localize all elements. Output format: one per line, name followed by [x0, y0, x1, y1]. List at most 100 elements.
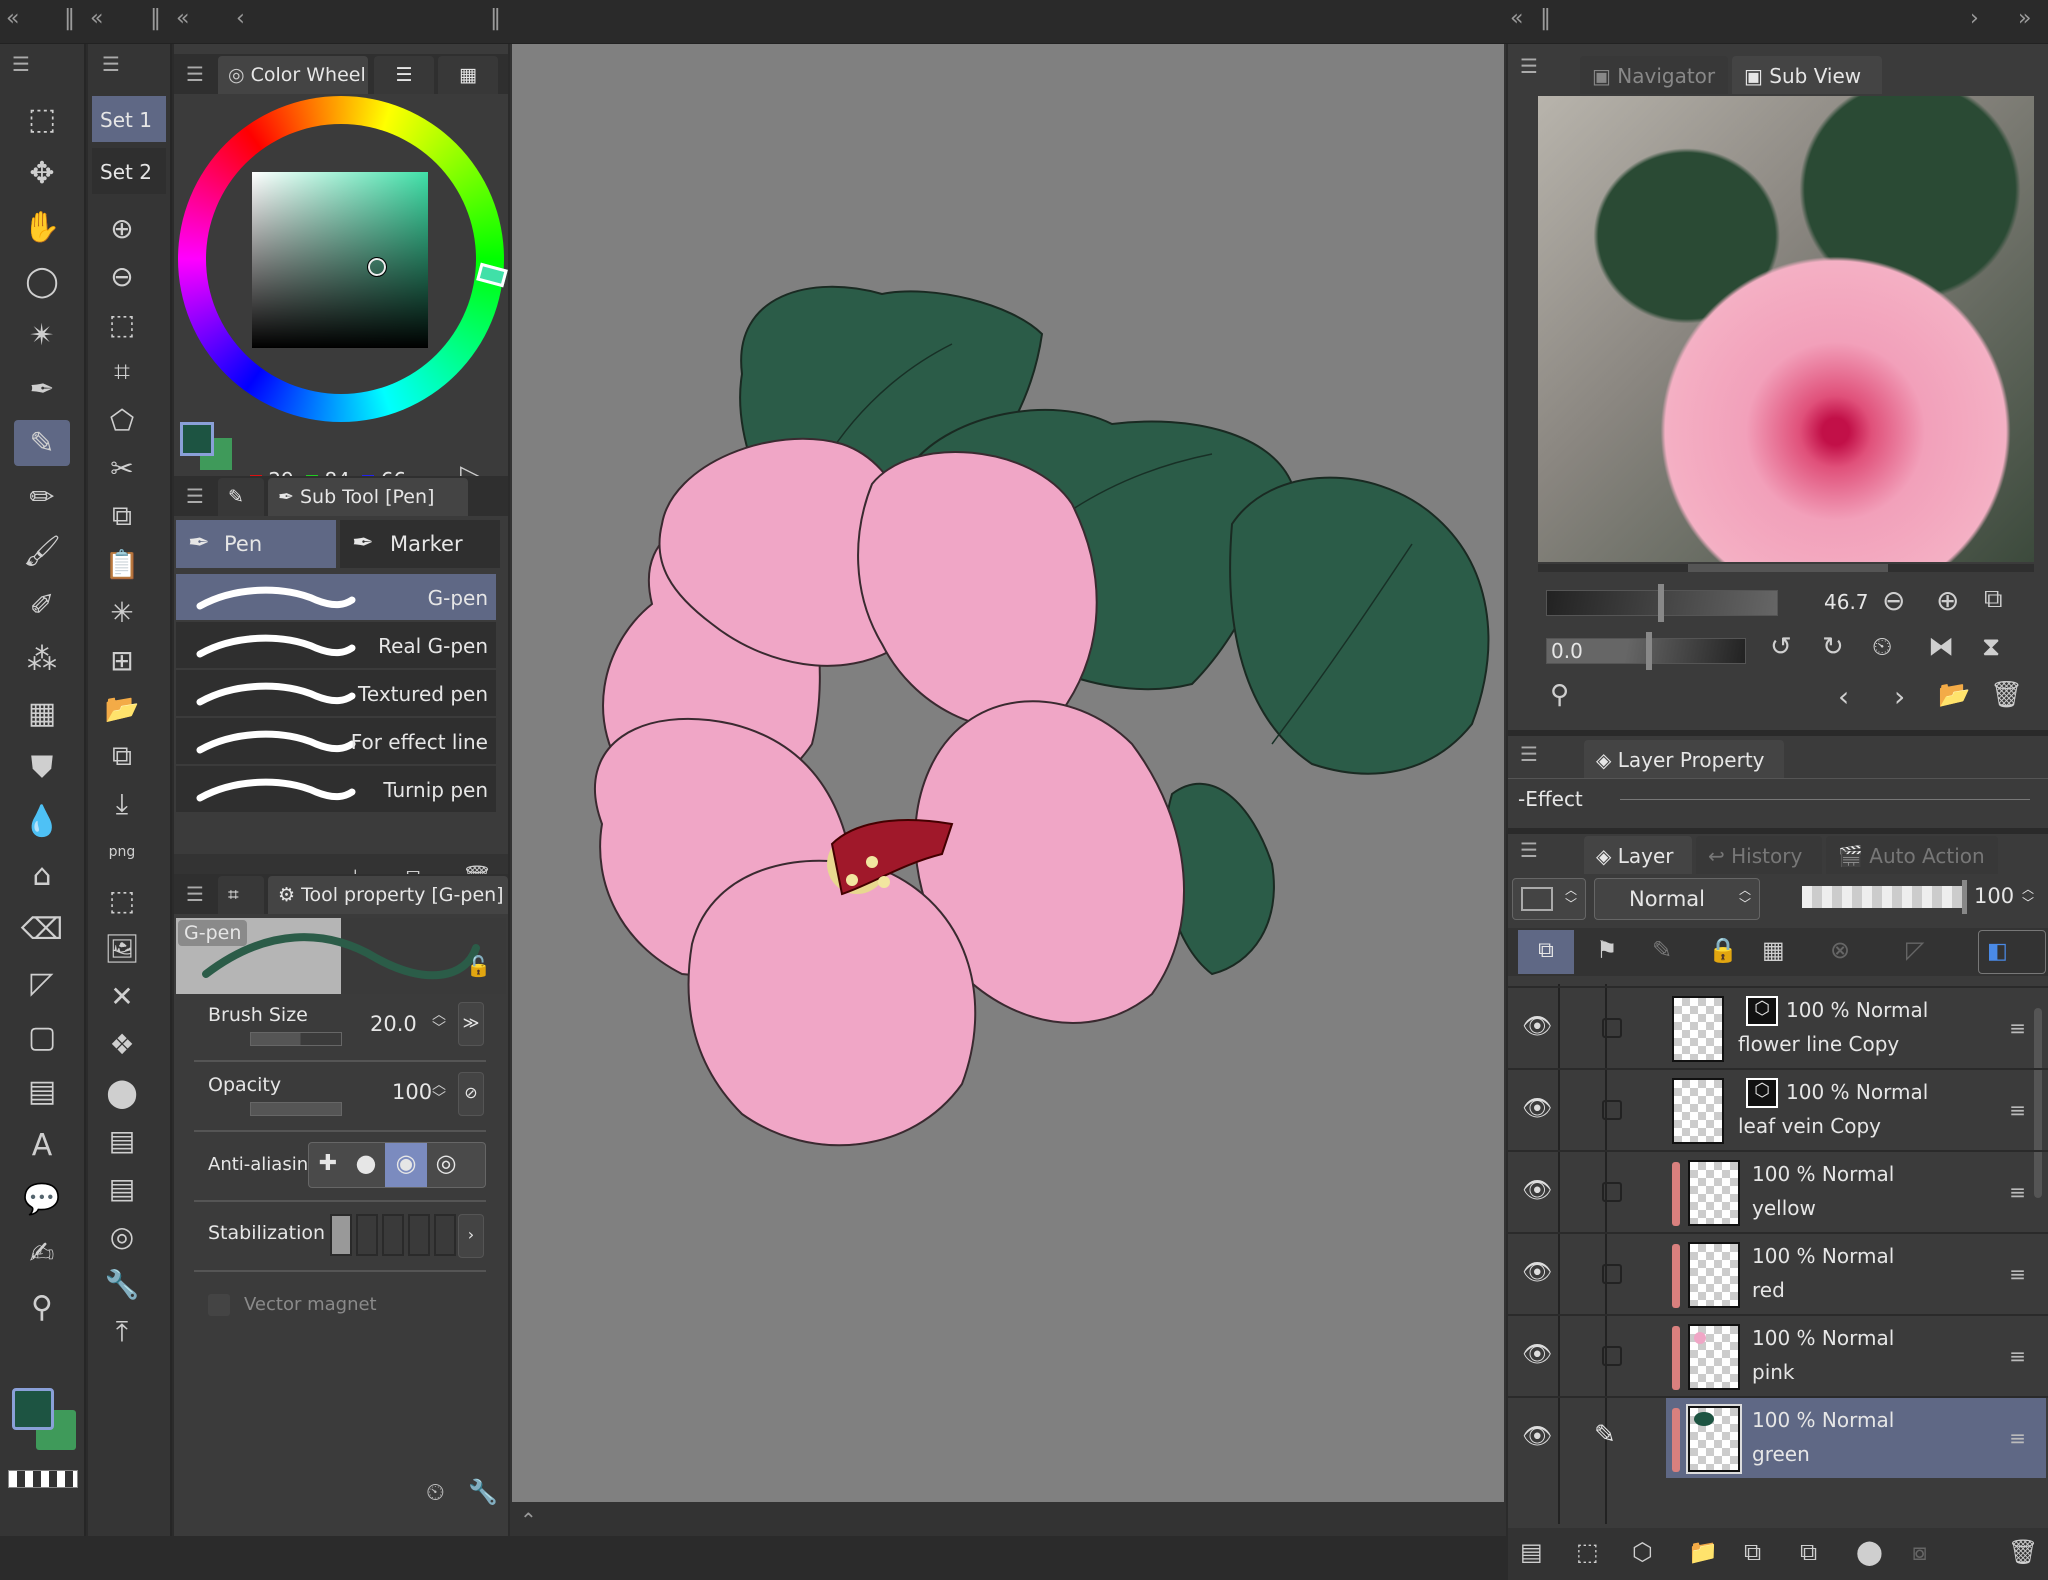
tab-layer[interactable]: ◈ Layer	[1584, 836, 1692, 874]
rotate-right-icon[interactable]: ↻	[1822, 632, 1844, 662]
tool-hand[interactable]: ✋	[14, 204, 70, 250]
tool-magic-wand[interactable]: ✴	[14, 312, 70, 358]
tab-color-wheel[interactable]: ◎ Color Wheel	[218, 56, 368, 94]
aa-medium-option[interactable]: ◉	[385, 1143, 427, 1187]
blend-mode-select[interactable]: Normal ︿ ﹀	[1594, 878, 1760, 920]
tool-object-select[interactable]: ⬚	[14, 96, 70, 142]
tab-sub-view[interactable]: ▣ Sub View	[1732, 56, 1882, 94]
ruler-off-icon[interactable]: ◸	[1906, 936, 1924, 964]
sub-command-button[interactable]: ⊕	[98, 206, 146, 250]
merge-down-icon[interactable]: ⧉	[1800, 1538, 1817, 1566]
menu-icon[interactable]: ☰	[186, 62, 204, 86]
tool-airbrush[interactable]: ✐	[14, 582, 70, 628]
clip-below-icon[interactable]: ⧉	[1518, 930, 1574, 974]
tool-brush[interactable]: 🖌	[14, 528, 70, 574]
expand-up-icon[interactable]: ⌃	[520, 1508, 537, 1532]
layer-select-checkbox[interactable]	[1602, 1018, 1622, 1038]
wrench-icon[interactable]: 🔧	[468, 1478, 498, 1506]
tool-blend[interactable]: 💧	[14, 798, 70, 844]
subtool-item[interactable]: Real G-pen	[176, 622, 496, 668]
draft-layer-icon[interactable]: ✎	[1652, 936, 1672, 964]
sub-command-button[interactable]: ⬚	[98, 878, 146, 922]
canvas[interactable]	[512, 44, 1504, 1502]
create-mask-icon[interactable]: ⧇	[1912, 1538, 1927, 1566]
collapse-left-icon[interactable]: «	[1510, 6, 1523, 31]
tool-correct-line[interactable]: ✍	[14, 1230, 70, 1276]
subtool-group-marker[interactable]: ✒ Marker	[340, 520, 500, 568]
sub-view-image[interactable]	[1538, 96, 2034, 562]
saturation-value-square[interactable]	[252, 172, 428, 348]
collapse-left-icon[interactable]: «	[90, 6, 103, 31]
tab-auto-action[interactable]: 🎬 Auto Action	[1826, 836, 1998, 874]
flip-horizontal-icon[interactable]: ⧓	[1928, 632, 1954, 662]
tool-text[interactable]: A	[14, 1122, 70, 1168]
sub-command-button[interactable]: ⬠	[98, 398, 146, 442]
zoom-slider-handle[interactable]	[1658, 584, 1664, 622]
layer-body[interactable]: 100 % Normal red	[1666, 1234, 2046, 1314]
layer-handle-icon[interactable]: ≡	[2009, 1426, 2026, 1450]
rotate-left-icon[interactable]: ↺	[1770, 632, 1792, 662]
sub-command-button[interactable]: ✂	[98, 446, 146, 490]
menu-icon[interactable]: ☰	[1520, 54, 1538, 78]
opacity-pressure-button[interactable]: ⊘	[458, 1072, 484, 1116]
tool-fill[interactable]: ⛊	[14, 744, 70, 790]
stabilization-bar[interactable]	[330, 1214, 456, 1256]
layer-row[interactable]: 👁 ✎ 100 % Normal green ≡	[1508, 1396, 2048, 1478]
tab-navigator[interactable]: ▣ Navigator	[1580, 56, 1728, 94]
fit-icon[interactable]: ⧉	[1984, 584, 2003, 615]
layer-handle-icon[interactable]: ≡	[2009, 1344, 2026, 1368]
tab-subtool[interactable]: ✒ Sub Tool [Pen]	[268, 478, 468, 516]
stabilization-segment[interactable]	[356, 1214, 378, 1256]
sub-command-button[interactable]: ⌗	[98, 350, 146, 394]
layer-select-checkbox[interactable]	[1602, 1346, 1622, 1366]
reference-layer-icon[interactable]: ⚑	[1596, 936, 1618, 964]
mask-off-icon[interactable]: ⊗	[1830, 936, 1850, 964]
stabilization-segment[interactable]	[408, 1214, 430, 1256]
stabilization-expand-button[interactable]: ›	[458, 1214, 484, 1258]
layer-body[interactable]: 100 % Normal green	[1666, 1398, 2046, 1478]
zoom-out-icon[interactable]: ⊖	[1882, 584, 1905, 617]
subtool-item[interactable]: For effect line	[176, 718, 496, 764]
menu-icon[interactable]: ☰	[12, 52, 30, 76]
grip-icon[interactable]: ‖	[490, 6, 501, 31]
tool-spray[interactable]: ⁂	[14, 636, 70, 682]
chevron-left-icon[interactable]: ‹	[236, 6, 245, 31]
new-folder-icon[interactable]: 📁	[1688, 1538, 1718, 1566]
set-1-tab[interactable]: Set 1	[92, 96, 166, 142]
brush-size-value[interactable]: 20.0	[370, 1012, 417, 1036]
trash-icon[interactable]: 🗑	[2008, 1538, 2038, 1566]
trash-icon[interactable]: 🗑	[1990, 680, 2023, 710]
layer-body[interactable]: ⬡ 100 % Normal flower line Copy	[1654, 988, 2034, 1068]
sub-command-button[interactable]: ⤓	[98, 782, 146, 826]
menu-icon[interactable]: ☰	[1520, 742, 1538, 766]
layer-color-button[interactable]: ︿ ﹀	[1512, 878, 1586, 920]
brush-size-slider[interactable]	[250, 1032, 342, 1046]
tool-lasso[interactable]: ◯	[14, 258, 70, 304]
sub-command-button[interactable]: ❖	[98, 1022, 146, 1066]
previous-image-icon[interactable]: ‹	[1838, 680, 1849, 713]
subtool-item[interactable]: Textured pen	[176, 670, 496, 716]
rotation-slider-handle[interactable]	[1646, 632, 1652, 670]
layer-opacity-stepper[interactable]: ︿ ﹀	[2022, 882, 2034, 910]
flip-vertical-icon[interactable]: ⧗	[1982, 632, 2000, 663]
main-color-swatch[interactable]	[12, 1388, 54, 1430]
tool-eyedropper[interactable]: ⚲	[14, 1284, 70, 1330]
transfer-down-icon[interactable]: ⧉	[1744, 1538, 1761, 1566]
layer-row[interactable]: 👁 100 % Normal yellow ≡	[1508, 1150, 2048, 1232]
subtool-item[interactable]: Turnip pen	[176, 766, 496, 812]
tool-pencil[interactable]: ✏	[14, 474, 70, 520]
eye-icon[interactable]: 👁	[1522, 1258, 1552, 1286]
sub-command-button[interactable]: ▤	[98, 1166, 146, 1210]
sub-command-button[interactable]: ⊖	[98, 254, 146, 298]
layer-row[interactable]: 👁 100 % Normal pink ≡	[1508, 1314, 2048, 1396]
set-2-tab[interactable]: Set 2	[92, 148, 166, 194]
tool-eraser[interactable]: ⌫	[14, 906, 70, 952]
tool-pen[interactable]: ✎	[14, 420, 70, 466]
grip-icon[interactable]: ‖	[150, 6, 161, 31]
tab-color-slider[interactable]: ☰	[374, 56, 434, 94]
mask-icon[interactable]: ⬤	[1856, 1538, 1883, 1566]
layer-row[interactable]: 👁 ⬡ 100 % Normal leaf vein Copy ≡	[1508, 1068, 2048, 1150]
layer-handle-icon[interactable]: ≡	[2009, 1016, 2026, 1040]
tool-rectangle[interactable]: ▢	[14, 1014, 70, 1060]
collapse-left-icon[interactable]: «	[176, 6, 189, 31]
